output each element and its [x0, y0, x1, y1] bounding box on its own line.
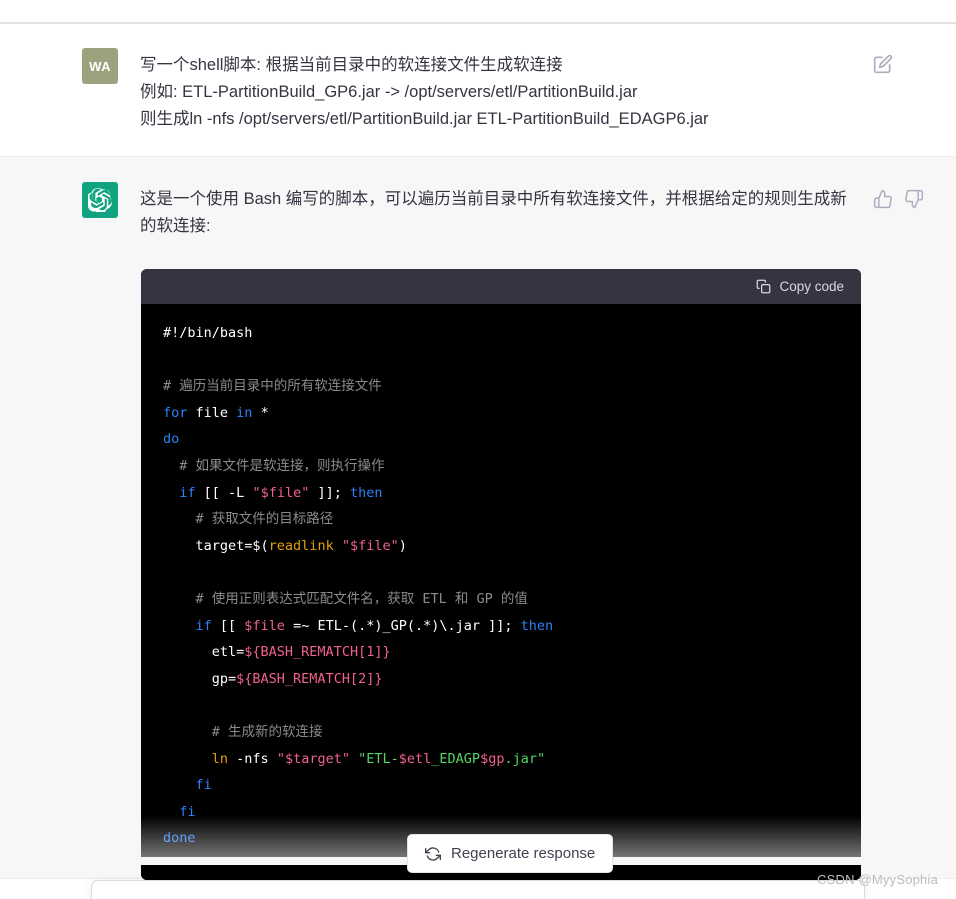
code-token-kw: in: [236, 404, 253, 421]
code-token-plain: file: [187, 404, 237, 421]
code-token-str: "ETL-: [358, 750, 399, 767]
code-token-var: ${BASH_REMATCH[2]}: [236, 670, 383, 687]
openai-logo-icon: [88, 188, 112, 212]
code-line: fi: [163, 799, 861, 826]
avatar-initials: WA: [89, 58, 111, 74]
code-token-var: $etl: [398, 750, 432, 767]
copy-code-button[interactable]: Copy code: [756, 279, 844, 294]
code-token-fn: ln: [211, 750, 229, 767]
code-line: # 如果文件是软连接，则执行操作: [163, 453, 861, 480]
code-line: fi: [163, 772, 861, 799]
regenerate-label: Regenerate response: [451, 845, 596, 862]
code-token-kw: then: [520, 617, 554, 634]
regenerate-response-button[interactable]: Regenerate response: [407, 834, 614, 873]
code-token-str: _EDAGP: [431, 750, 481, 767]
code-line: do: [163, 426, 861, 453]
code-token-var: ${BASH_REMATCH[1]}: [244, 644, 391, 661]
code-line: gp=${BASH_REMATCH[2]}: [163, 666, 861, 693]
code-line: if [[ -L "$file" ]]; then: [163, 480, 861, 507]
assistant-message-text: 这是一个使用 Bash 编写的脚本，可以遍历当前目录中所有软连接文件，并根据给定…: [140, 190, 847, 235]
clipboard-icon: [757, 279, 771, 294]
code-token-kw: then: [349, 484, 383, 501]
code-token-plain: ]];: [309, 484, 350, 501]
code-token-var: "$file": [252, 484, 310, 501]
code-token-kw: for: [163, 404, 188, 421]
code-token-plain: gp=: [163, 670, 237, 687]
code-line: target=$(readlink "$file"): [163, 533, 861, 560]
code-token-kw: do: [163, 431, 180, 448]
thumbs-up-button[interactable]: [873, 189, 893, 209]
code-token-comment: # 获取文件的目标路径: [163, 511, 334, 528]
code-line: # 使用正则表达式匹配文件名，获取 ETL 和 GP 的值: [163, 586, 861, 613]
code-block: Copy code #!/bin/bash # 遍历当前目录中的所有软连接文件 fo…: [141, 269, 861, 880]
code-token-comment: # 如果文件是软连接，则执行操作: [163, 457, 385, 474]
refresh-icon: [425, 846, 441, 861]
code-token-plain: target=$(: [163, 537, 269, 554]
avatar-user: WA: [82, 48, 118, 84]
code-line: # 获取文件的目标路径: [163, 506, 861, 533]
code-token-plain: #!/bin/bash: [163, 325, 253, 341]
code-line: if [[ $file =~ ETL-(.*)_GP(.*)\.jar ]]; …: [163, 613, 861, 640]
code-token-var: "$file": [341, 537, 399, 554]
code-token-comment: # 遍历当前目录中的所有软连接文件: [163, 378, 382, 395]
chat-page: WA 写一个shell脚本: 根据当前目录中的软连接文件生成软连接 例如: ET…: [0, 0, 956, 899]
code-line: for file in *: [163, 400, 861, 427]
edit-pencil-square-icon: [873, 54, 893, 74]
code-token-str: .jar": [504, 750, 546, 767]
code-token-comment: # 生成新的软连接: [163, 723, 323, 740]
code-content[interactable]: #!/bin/bash # 遍历当前目录中的所有软连接文件 for file in …: [141, 304, 861, 880]
code-token-kw: fi: [179, 803, 196, 820]
code-token-plain: *: [252, 404, 269, 421]
message-composer[interactable]: [91, 880, 865, 899]
copy-code-label: Copy code: [779, 279, 844, 294]
code-token-var: "$target": [276, 750, 350, 767]
thumbs-up-icon: [873, 189, 892, 209]
code-token-plain: etl=: [163, 644, 245, 661]
avatar-assistant: [82, 182, 118, 218]
code-token-plain: ): [398, 537, 407, 554]
code-line: etl=${BASH_REMATCH[1]}: [163, 639, 861, 666]
top-strip: [0, 0, 956, 22]
code-line: # 遍历当前目录中的所有软连接文件: [163, 373, 861, 400]
code-token-plain: [[: [211, 617, 245, 634]
edit-message-button[interactable]: [873, 54, 893, 74]
code-token-var: $file: [244, 617, 285, 634]
thumbs-down-button[interactable]: [904, 189, 924, 209]
code-token-plain: -nfs: [228, 750, 277, 767]
code-token-kw: fi: [195, 777, 212, 794]
code-token-kw: if: [179, 484, 196, 501]
code-token-plain: [[ -L: [195, 484, 253, 501]
code-line: # 生成新的软连接: [163, 719, 861, 746]
code-token-var: $gp: [480, 750, 505, 767]
code-token-kw: if: [195, 617, 212, 634]
code-line: #!/bin/bash: [163, 320, 861, 347]
code-token-fn: readlink: [268, 537, 334, 554]
code-token-comment: # 使用正则表达式匹配文件名，获取 ETL 和 GP 的值: [163, 590, 528, 607]
thumbs-down-icon: [905, 189, 924, 209]
code-token-kw: done: [163, 830, 196, 847]
code-token-plain: =~ ETL-(.*)_GP(.*)\.jar ]];: [284, 617, 521, 634]
user-message-text: 写一个shell脚本: 根据当前目录中的软连接文件生成软连接 例如: ETL-P…: [140, 56, 709, 128]
code-line: ln -nfs "$target" "ETL-$etl_EDAGP$gp.jar…: [163, 746, 861, 773]
code-block-header: Copy code: [141, 269, 861, 304]
